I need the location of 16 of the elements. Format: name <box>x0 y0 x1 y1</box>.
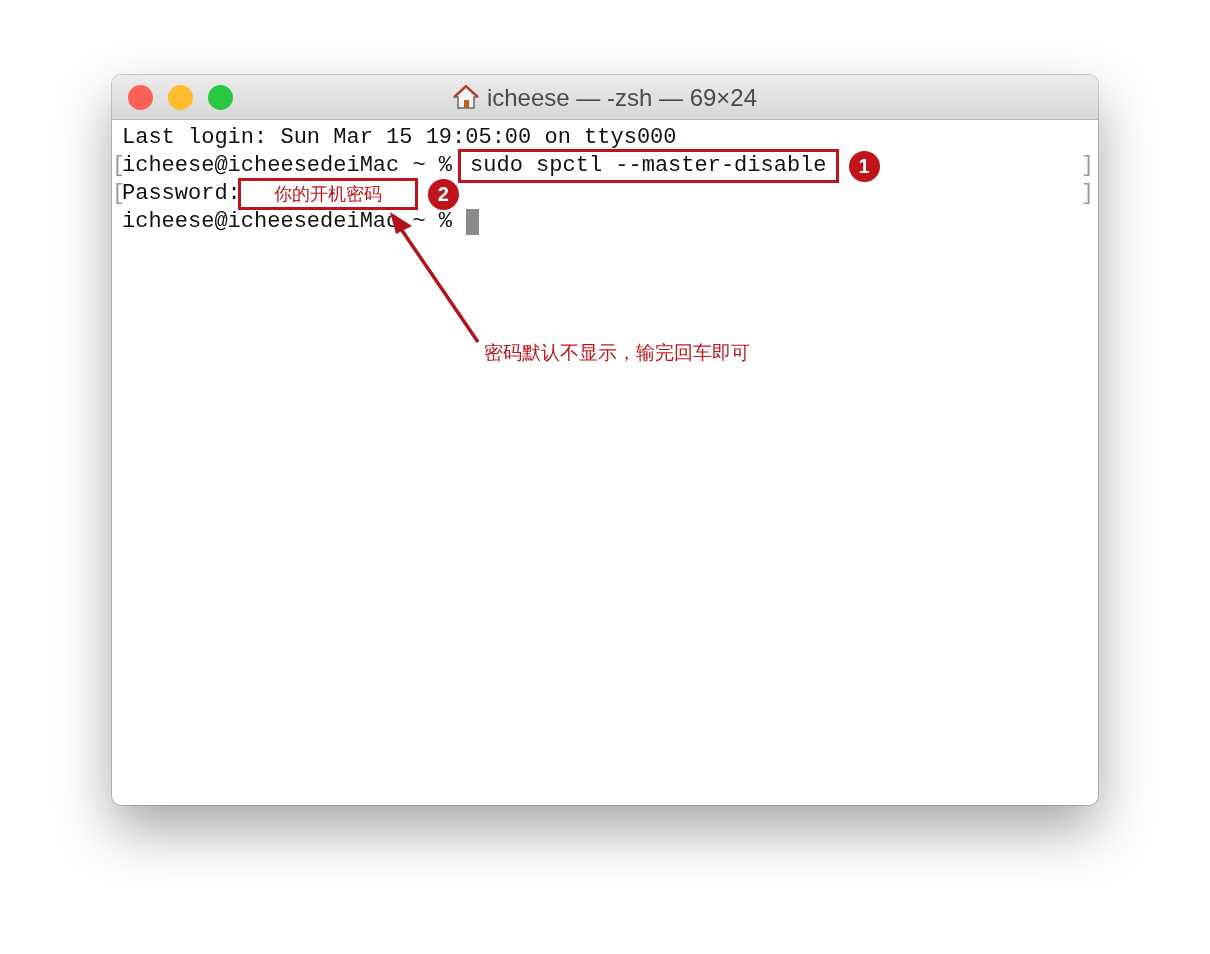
bracket-mark: [ <box>112 180 122 208</box>
step-badge: 2 <box>427 178 459 210</box>
highlighted-command: sudo spctl --master-disable <box>458 149 839 183</box>
shell-prompt: icheese@icheesedeiMac ~ % <box>122 152 453 180</box>
window-title: icheese — -zsh — 69×24 <box>486 82 758 113</box>
annotation-note: 密码默认不显示，输完回车即可 <box>484 340 750 365</box>
password-annotation: 你的开机密码 <box>237 178 418 210</box>
close-button[interactable] <box>128 85 153 110</box>
bracket-mark: ] <box>1080 152 1094 180</box>
home-icon <box>452 85 479 109</box>
bracket-mark: [ <box>112 152 122 180</box>
zoom-button[interactable] <box>208 85 233 110</box>
terminal-output: Last login: Sun Mar 15 19:05:00 on ttys000 <box>122 124 677 152</box>
bracket-mark: ] <box>1080 180 1094 208</box>
minimize-button[interactable] <box>168 85 193 110</box>
step-badge: 1 <box>848 150 880 182</box>
